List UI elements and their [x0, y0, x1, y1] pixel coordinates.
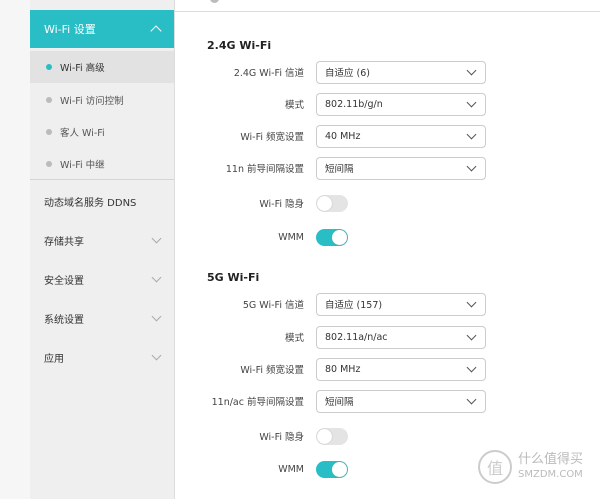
sidebar-item-storage[interactable]: 存储共享	[30, 221, 174, 260]
field-label: Wi-Fi 隐身	[259, 199, 304, 210]
bullet-icon	[46, 64, 52, 70]
watermark-logo-icon: 值	[478, 450, 512, 484]
select-value: 40 MHz	[325, 130, 361, 142]
row-5g-guard-interval: 11n/ac 前导间隔设置 短间隔	[175, 389, 495, 413]
field-label: 11n/ac 前导间隔设置	[211, 397, 304, 408]
sidebar-item-system[interactable]: 系统设置	[30, 299, 174, 338]
row-24g-hidden: Wi-Fi 隐身	[175, 191, 495, 215]
row-24g-wmm: WMM	[175, 225, 495, 249]
watermark-site: SMZDM.COM	[518, 469, 583, 480]
sidebar-header-label: Wi-Fi 设置	[44, 23, 96, 36]
nav-label: 安全设置	[44, 276, 84, 287]
sidebar-subitem-wifi-advanced[interactable]: Wi-Fi 高级	[30, 51, 174, 83]
field-label: WMM	[278, 231, 304, 243]
top-link[interactable]	[210, 0, 223, 4]
nav-label: 应用	[44, 354, 64, 365]
chevron-down-icon	[466, 362, 477, 372]
row-5g-hidden: Wi-Fi 隐身	[175, 424, 495, 448]
row-24g-bandwidth: Wi-Fi 频宽设置 40 MHz	[175, 124, 495, 148]
bandwidth-select-24g[interactable]: 40 MHz	[316, 124, 486, 148]
chevron-down-icon	[466, 129, 477, 139]
watermark-name: 什么值得买	[518, 452, 584, 467]
row-5g-bandwidth: Wi-Fi 频宽设置 80 MHz	[175, 357, 495, 381]
row-5g-channel: 5G Wi-Fi 信道 自适应 (157)	[175, 292, 495, 316]
nav-label: 系统设置	[44, 315, 84, 326]
chevron-down-icon	[466, 330, 477, 340]
subitem-label: Wi-Fi 高级	[60, 63, 105, 74]
info-icon	[210, 0, 219, 3]
wmm-toggle-24g[interactable]	[316, 228, 348, 246]
chevron-down-icon	[151, 311, 162, 322]
field-label: 模式	[284, 333, 304, 344]
bullet-icon	[46, 161, 52, 167]
guard-interval-select-5g[interactable]: 短间隔	[316, 389, 486, 413]
select-value: 短间隔	[325, 397, 354, 408]
chevron-down-icon	[151, 233, 162, 244]
subitem-label: Wi-Fi 中继	[60, 160, 105, 171]
bullet-icon	[46, 97, 52, 103]
row-24g-mode: 模式 802.11b/g/n	[175, 92, 495, 116]
sidebar-divider	[30, 179, 174, 180]
row-5g-mode: 模式 802.11a/n/ac	[175, 325, 495, 349]
bandwidth-select-5g[interactable]: 80 MHz	[316, 357, 486, 381]
row-24g-guard-interval: 11n 前导间隔设置 短间隔	[175, 156, 495, 180]
chevron-down-icon	[151, 272, 162, 283]
row-24g-channel: 2.4G Wi-Fi 信道 自适应 (6)	[175, 60, 495, 84]
field-label: 模式	[284, 100, 304, 111]
field-label: Wi-Fi 频宽设置	[240, 365, 304, 376]
sidebar-header-wifi-settings[interactable]: Wi-Fi 设置	[30, 10, 174, 48]
guard-interval-select-24g[interactable]: 短间隔	[316, 156, 486, 180]
watermark: 值什么值得买 SMZDM.COM	[478, 450, 583, 484]
field-label: Wi-Fi 频宽设置	[240, 132, 304, 143]
select-value: 短间隔	[325, 164, 354, 175]
mode-select-5g[interactable]: 802.11a/n/ac	[316, 325, 486, 349]
wmm-toggle-5g[interactable]	[316, 460, 348, 478]
top-divider	[175, 11, 600, 12]
left-gutter	[0, 0, 30, 499]
field-label: Wi-Fi 隐身	[259, 432, 304, 443]
hidden-toggle-5g[interactable]	[316, 427, 348, 445]
select-value: 802.11b/g/n	[325, 98, 383, 110]
chevron-down-icon	[466, 97, 477, 107]
select-value: 自适应 (157)	[325, 300, 383, 311]
subitem-label: 客人 Wi-Fi	[60, 128, 105, 139]
field-label: 11n 前导间隔设置	[225, 164, 304, 175]
nav-label: 动态域名服务 DDNS	[44, 198, 137, 209]
mode-select-24g[interactable]: 802.11b/g/n	[316, 92, 486, 116]
channel-select-5g[interactable]: 自适应 (157)	[316, 292, 486, 316]
section-title-5g: 5G Wi-Fi	[207, 271, 260, 284]
sidebar-item-ddns[interactable]: 动态域名服务 DDNS	[30, 182, 174, 221]
chevron-down-icon	[466, 161, 477, 171]
field-label: 5G Wi-Fi 信道	[242, 300, 304, 311]
subitem-label: Wi-Fi 访问控制	[60, 96, 124, 107]
chevron-down-icon	[466, 394, 477, 404]
chevron-down-icon	[466, 297, 477, 307]
select-value: 80 MHz	[325, 363, 361, 375]
sidebar-subitem-access-control[interactable]: Wi-Fi 访问控制	[30, 84, 174, 116]
nav-label: 存储共享	[44, 237, 84, 248]
sidebar-item-security[interactable]: 安全设置	[30, 260, 174, 299]
bullet-icon	[46, 129, 52, 135]
channel-select-24g[interactable]: 自适应 (6)	[316, 60, 486, 84]
chevron-down-icon	[151, 350, 162, 361]
chevron-down-icon	[466, 65, 477, 75]
chevron-up-icon	[150, 25, 162, 37]
field-label: 2.4G Wi-Fi 信道	[233, 68, 304, 79]
hidden-toggle-24g[interactable]	[316, 194, 348, 212]
field-label: WMM	[278, 463, 304, 475]
sidebar-subitem-wifi-relay[interactable]: Wi-Fi 中继	[30, 148, 174, 180]
row-5g-wmm: WMM	[175, 457, 495, 481]
section-title-24g: 2.4G Wi-Fi	[207, 39, 272, 52]
sidebar-item-apps[interactable]: 应用	[30, 338, 174, 377]
select-value: 自适应 (6)	[325, 68, 370, 79]
sidebar-subitem-guest-wifi[interactable]: 客人 Wi-Fi	[30, 116, 174, 148]
select-value: 802.11a/n/ac	[325, 331, 388, 343]
